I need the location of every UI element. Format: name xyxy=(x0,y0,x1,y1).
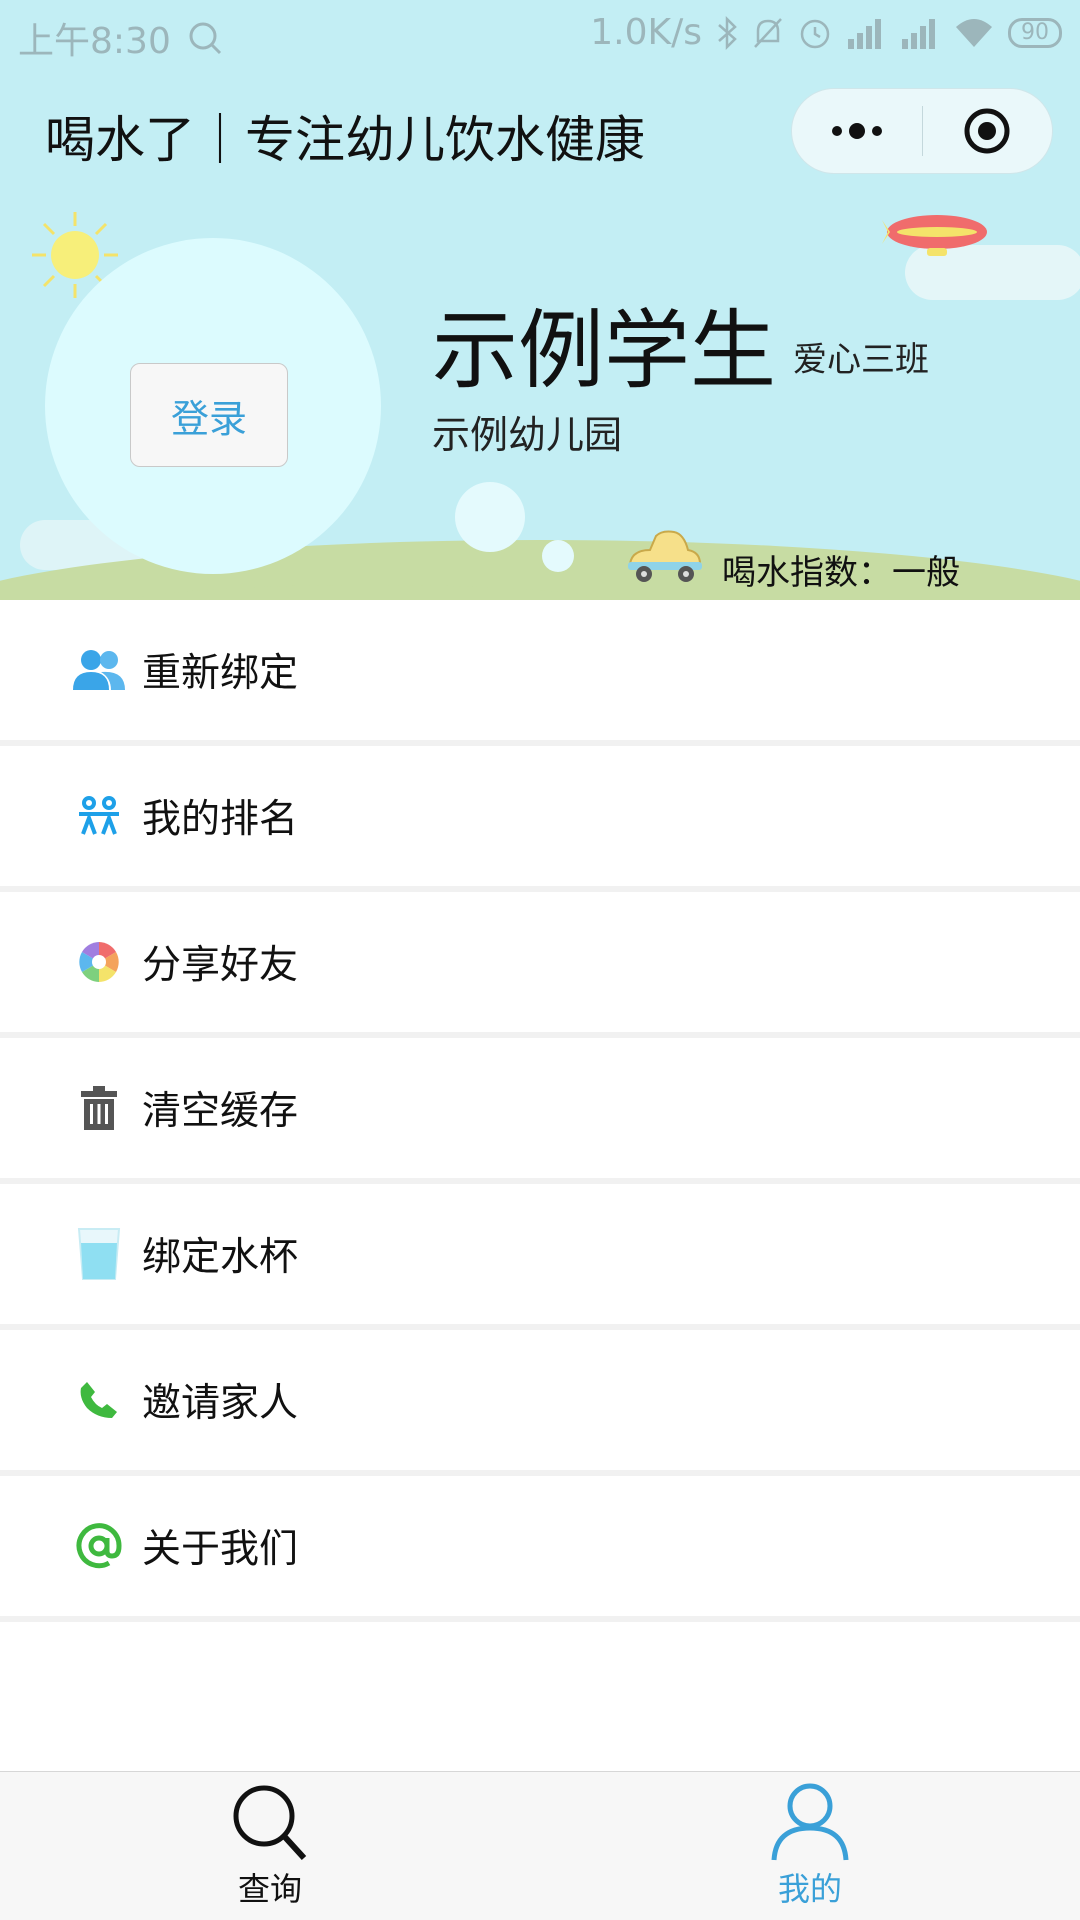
close-miniprogram-button[interactable] xyxy=(923,88,1053,174)
menu-item-label: 重新绑定 xyxy=(142,651,299,696)
blimp-icon xyxy=(882,215,987,256)
signal-icon xyxy=(848,18,881,49)
menu-item-ranking[interactable]: 我的排名 xyxy=(0,746,1080,892)
tab-mine-label: 我的 xyxy=(777,1870,842,1908)
status-bar: 上午8:30 1.0K/s 90 xyxy=(0,0,1080,70)
ranking-icon xyxy=(68,785,130,847)
menu-item-label: 我的排名 xyxy=(142,797,299,842)
bubble-decoration xyxy=(455,482,525,552)
menu-item-label: 邀请家人 xyxy=(142,1381,299,1426)
school-name: 示例幼儿园 xyxy=(432,413,623,457)
menu-item-label: 分享好友 xyxy=(142,943,299,988)
status-time: 上午8:30 xyxy=(18,21,171,62)
tab-query-label: 查询 xyxy=(237,1870,302,1908)
profile-header: 上午8:30 1.0K/s 90 喝水了｜专注幼儿饮水健康 登录 示例学生 爱心… xyxy=(0,0,1080,600)
bubble-decoration xyxy=(542,540,574,572)
menu-item-rebind[interactable]: 重新绑定 xyxy=(0,600,1080,746)
phone-icon xyxy=(68,1369,130,1431)
wifi-icon xyxy=(956,18,992,47)
menu-item-bind-cup[interactable]: 绑定水杯 xyxy=(0,1184,1080,1330)
user-icon xyxy=(771,1783,849,1861)
mute-bell-icon xyxy=(754,17,782,48)
more-menu-button[interactable] xyxy=(792,88,922,174)
menu-item-clear-cache[interactable]: 清空缓存 xyxy=(0,1038,1080,1184)
bluetooth-icon xyxy=(718,15,737,50)
miniprogram-capsule xyxy=(791,88,1053,174)
users-icon xyxy=(68,639,130,701)
menu-item-share[interactable]: 分享好友 xyxy=(0,892,1080,1038)
menu-item-about-us[interactable]: 关于我们 xyxy=(0,1476,1080,1622)
car-icon xyxy=(628,530,702,582)
menu-item-label: 关于我们 xyxy=(142,1527,299,1572)
search-icon xyxy=(233,1785,307,1861)
more-dots-icon xyxy=(831,123,882,139)
at-icon xyxy=(68,1515,130,1577)
search-status-icon xyxy=(189,22,221,55)
battery-indicator: 90 xyxy=(1008,17,1062,48)
tab-bar: 查询 我的 xyxy=(0,1771,1080,1920)
class-name: 爱心三班 xyxy=(793,340,929,380)
target-close-icon xyxy=(964,108,1010,154)
page-title: 喝水了｜专注幼儿饮水健康 xyxy=(45,111,645,169)
water-cup-icon xyxy=(68,1223,130,1285)
trash-icon xyxy=(68,1077,130,1139)
menu-item-label: 清空缓存 xyxy=(142,1089,299,1134)
menu-item-invite-family[interactable]: 邀请家人 xyxy=(0,1330,1080,1476)
alarm-icon xyxy=(800,19,830,48)
tab-mine[interactable]: 我的 xyxy=(540,1772,1080,1920)
signal-icon xyxy=(902,18,935,49)
drink-index: 喝水指数：一般 xyxy=(722,553,960,593)
menu-item-label: 绑定水杯 xyxy=(142,1235,299,1280)
tab-query[interactable]: 查询 xyxy=(0,1772,540,1920)
network-speed: 1.0K/s xyxy=(590,12,702,53)
student-name: 示例学生 xyxy=(432,301,776,401)
share-aperture-icon xyxy=(68,931,130,993)
menu-list: 重新绑定 我的排名 分享好友 清空缓存 绑定水杯 邀请家人 关于我们 xyxy=(0,600,1080,1622)
login-button[interactable]: 登录 xyxy=(130,363,288,467)
